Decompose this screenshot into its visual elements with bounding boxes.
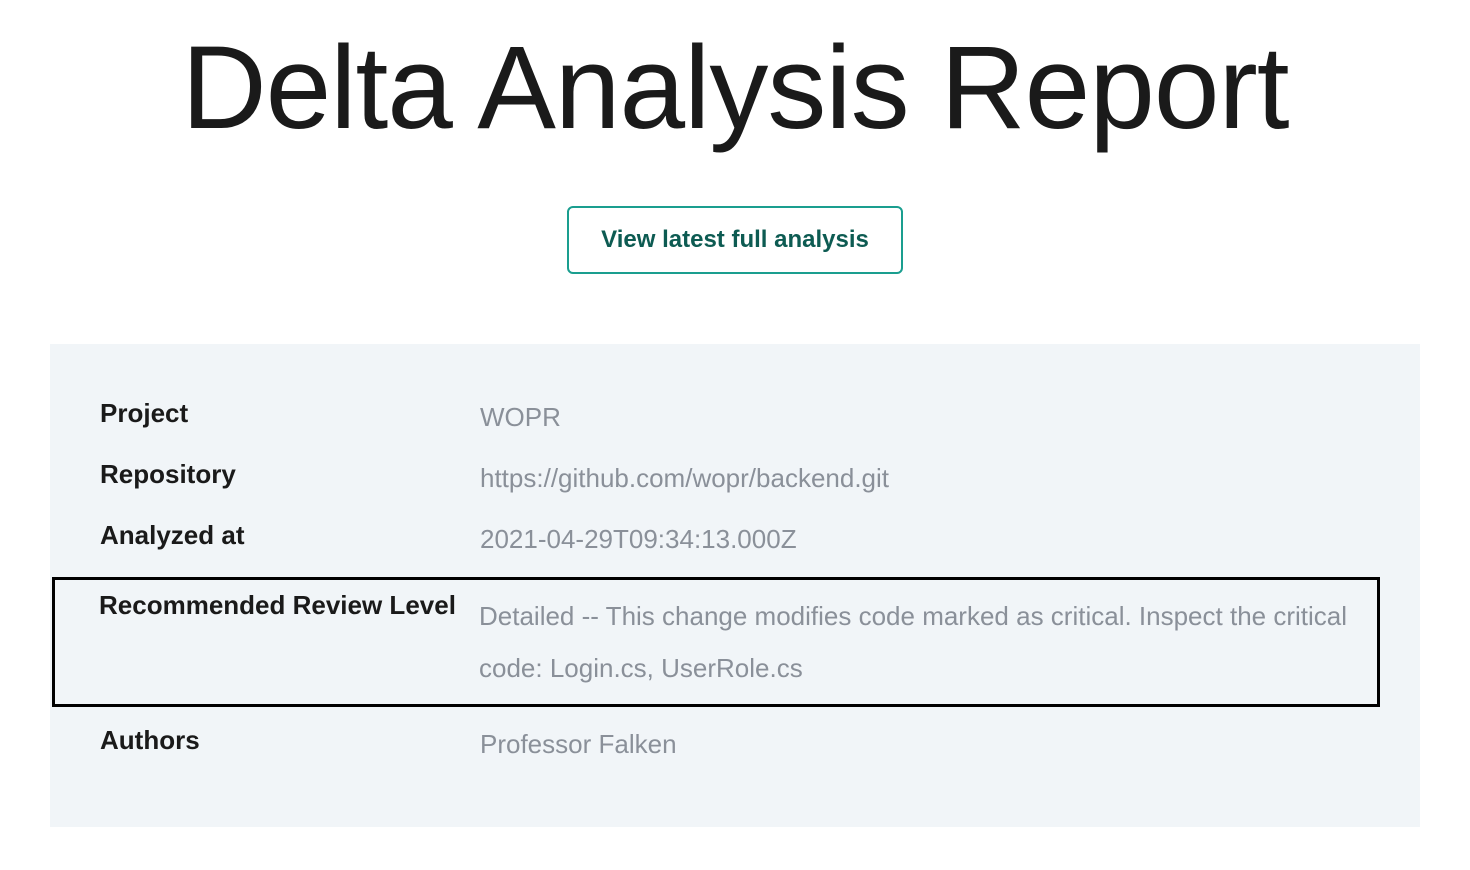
detail-label: Recommended Review Level [99,590,479,621]
view-latest-analysis-button[interactable]: View latest full analysis [567,206,903,274]
detail-value: Detailed -- This change modifies code ma… [479,590,1367,694]
page-title: Delta Analysis Report [40,20,1430,156]
detail-value: https://github.com/wopr/backend.git [480,459,889,498]
detail-row-project: Project WOPR [100,394,1370,441]
detail-row-review-level-highlighted: Recommended Review Level Detailed -- Thi… [52,577,1380,707]
button-wrapper: View latest full analysis [40,206,1430,274]
detail-value: WOPR [480,398,561,437]
detail-label: Repository [100,459,480,490]
detail-label: Project [100,398,480,429]
detail-row-analyzed-at: Analyzed at 2021-04-29T09:34:13.000Z [100,516,1370,563]
report-details-panel: Project WOPR Repository https://github.c… [50,344,1420,827]
detail-label: Analyzed at [100,520,480,551]
detail-value: Professor Falken [480,725,677,764]
detail-row-repository: Repository https://github.com/wopr/backe… [100,455,1370,502]
detail-label: Authors [100,725,480,756]
detail-value: 2021-04-29T09:34:13.000Z [480,520,797,559]
detail-row-authors: Authors Professor Falken [100,721,1370,768]
